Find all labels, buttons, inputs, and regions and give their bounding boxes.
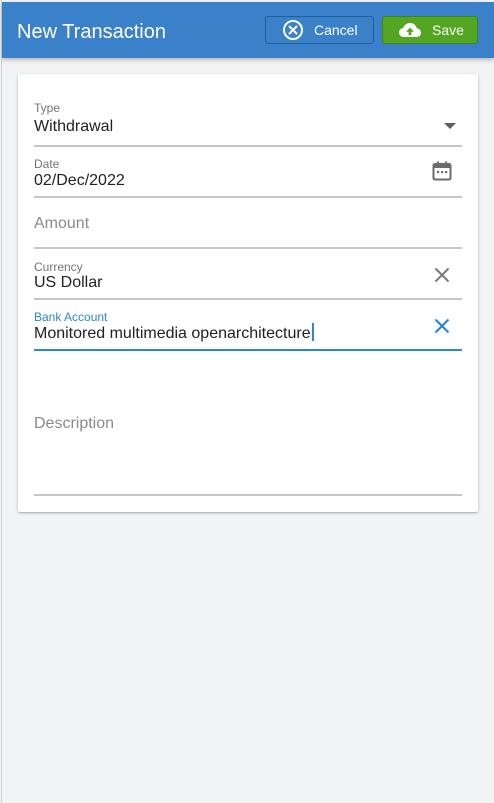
cloud-upload-icon: [398, 21, 422, 39]
text-cursor: [311, 323, 314, 341]
app-bar: New Transaction Cancel Save: [2, 2, 494, 58]
close-circle-icon: [282, 19, 304, 41]
calendar-icon[interactable]: [432, 161, 452, 181]
save-button-label: Save: [432, 22, 464, 38]
currency-label: Currency: [34, 260, 83, 274]
description-placeholder: Description: [34, 415, 115, 432]
page-title: New Transaction: [17, 21, 166, 43]
bank-account-field[interactable]: Bank Account Monitored multimedia openar…: [34, 304, 462, 351]
date-field[interactable]: Date 02/Dec/2022: [34, 151, 462, 198]
type-select[interactable]: Type Withdrawal: [34, 94, 462, 147]
bank-account-label: Bank Account: [34, 310, 108, 324]
amount-field[interactable]: Amount: [34, 202, 462, 249]
description-field[interactable]: Description: [34, 394, 462, 496]
clear-icon[interactable]: [434, 267, 450, 283]
transaction-form: Type Withdrawal Date 02/Dec/2022 Amount …: [18, 74, 478, 512]
date-label: Date: [34, 157, 60, 171]
cancel-button-label: Cancel: [314, 22, 358, 38]
clear-icon[interactable]: [434, 318, 450, 334]
type-label: Type: [34, 101, 61, 115]
bank-account-text: Monitored multimedia openarchitecture: [34, 325, 311, 342]
cancel-button[interactable]: Cancel: [265, 16, 374, 44]
save-button[interactable]: Save: [382, 16, 478, 44]
currency-select[interactable]: Currency US Dollar: [34, 253, 462, 300]
dropdown-arrow-icon[interactable]: [444, 123, 456, 130]
amount-placeholder: Amount: [34, 215, 90, 232]
type-value: Withdrawal: [34, 118, 114, 135]
bank-account-value: Monitored multimedia openarchitecture: [34, 323, 314, 344]
currency-value: US Dollar: [34, 274, 103, 291]
date-value: 02/Dec/2022: [34, 172, 125, 189]
